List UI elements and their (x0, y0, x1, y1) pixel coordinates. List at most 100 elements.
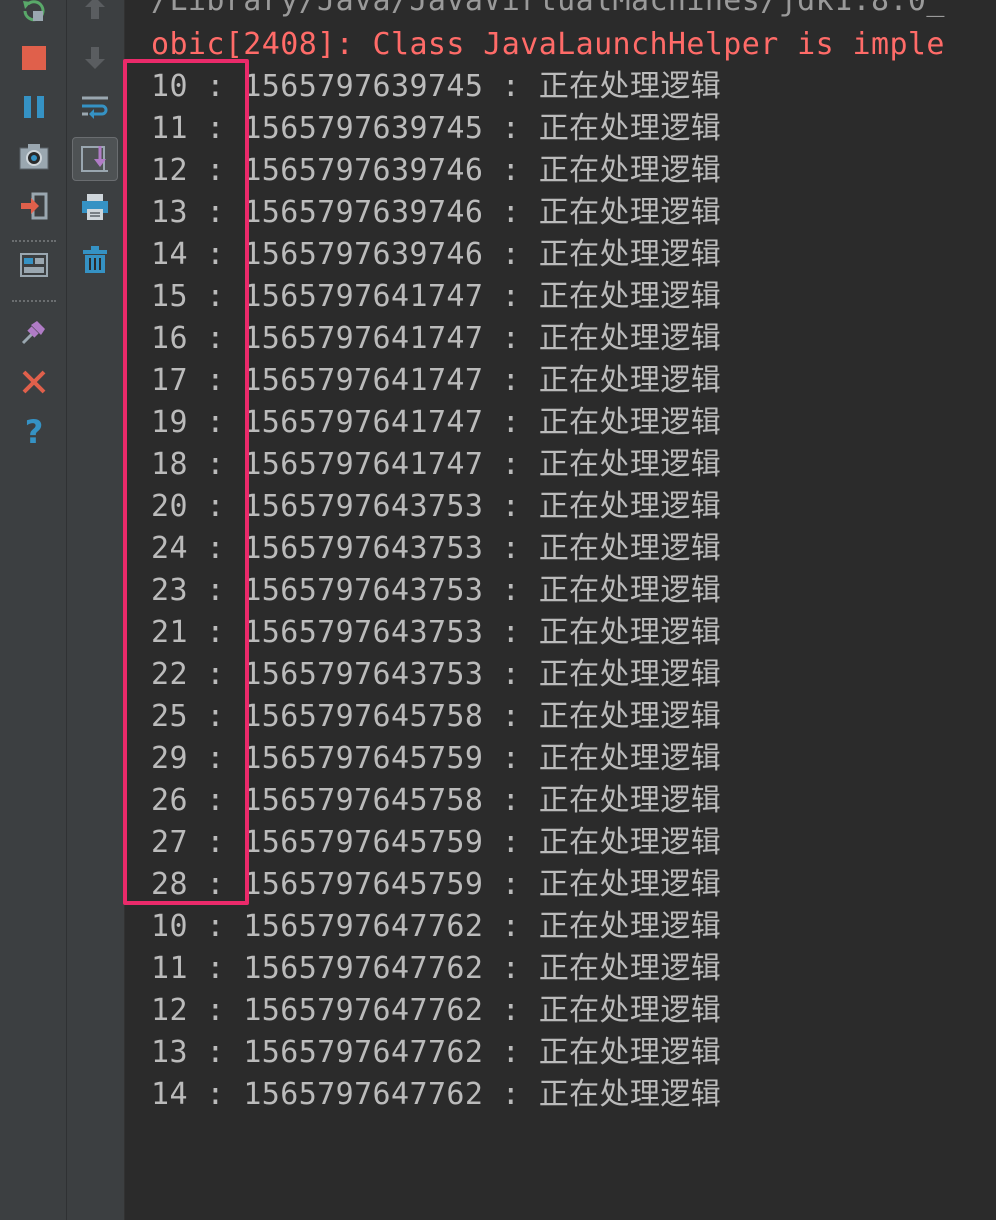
separator: : (483, 363, 539, 398)
pin-tab-button[interactable] (14, 312, 54, 352)
trash-icon (83, 246, 107, 273)
timestamp: 1565797639745 (243, 111, 484, 146)
message: 正在处理逻辑 (538, 447, 722, 482)
timestamp: 1565797639745 (243, 69, 484, 104)
layout-icon (20, 253, 48, 277)
message: 正在处理逻辑 (538, 111, 722, 146)
separator: : (483, 867, 539, 902)
run-toolbar: ? (0, 0, 67, 1220)
timestamp: 1565797645758 (243, 783, 484, 818)
console-output[interactable]: /Library/Java/JavaVirtualMachines/jdk1.8… (125, 0, 996, 1220)
thread-id: 13 (151, 1035, 188, 1070)
separator: : (483, 531, 539, 566)
separator: : (483, 951, 539, 986)
timestamp: 1565797643753 (243, 489, 484, 524)
thread-id-highlight-box (123, 59, 249, 905)
help-icon: ? (25, 416, 44, 448)
stderr-warning-line: obic[2408]: Class JavaLaunchHelper is im… (151, 27, 945, 62)
separator: : (483, 489, 539, 524)
down-stack-button[interactable] (75, 38, 115, 78)
console-line: 12 : 1565797647762 : 正在处理逻辑 (151, 990, 721, 1032)
timestamp: 1565797645758 (243, 699, 484, 734)
timestamp: 1565797645759 (243, 741, 484, 776)
timestamp: 1565797641747 (243, 279, 484, 314)
message: 正在处理逻辑 (538, 825, 722, 860)
soft-wrap-icon (82, 96, 108, 119)
message: 正在处理逻辑 (538, 909, 722, 944)
console-toolbar (67, 0, 125, 1220)
scroll-to-end-icon (81, 146, 108, 172)
scroll-to-end-button[interactable] (72, 137, 118, 181)
message: 正在处理逻辑 (538, 489, 722, 524)
timestamp: 1565797641747 (243, 363, 484, 398)
timestamp: 1565797639746 (243, 237, 484, 272)
dump-threads-button[interactable] (14, 137, 54, 177)
message: 正在处理逻辑 (538, 867, 722, 902)
restore-layout-button[interactable] (14, 245, 54, 285)
separator: : (483, 1035, 539, 1070)
message: 正在处理逻辑 (538, 993, 722, 1028)
timestamp: 1565797647762 (243, 909, 484, 944)
separator: : (483, 993, 539, 1028)
timestamp: 1565797643753 (243, 615, 484, 650)
clear-all-button[interactable] (75, 240, 115, 280)
thread-id: 11 (151, 951, 188, 986)
message: 正在处理逻辑 (538, 237, 722, 272)
pause-button[interactable] (14, 87, 54, 127)
toolbar-separator (12, 240, 56, 242)
stop-button[interactable] (14, 38, 54, 78)
close-button[interactable] (14, 362, 54, 402)
separator: : (483, 279, 539, 314)
help-button[interactable]: ? (14, 412, 54, 452)
separator: : (187, 1077, 244, 1112)
up-stack-button[interactable] (75, 0, 115, 28)
thread-id: 14 (151, 1077, 188, 1112)
timestamp: 1565797643753 (243, 573, 484, 608)
timestamp: 1565797647762 (243, 993, 484, 1028)
thread-id: 10 (151, 909, 188, 944)
message: 正在处理逻辑 (538, 951, 722, 986)
message: 正在处理逻辑 (538, 699, 722, 734)
message: 正在处理逻辑 (538, 615, 722, 650)
down-arrow-icon (85, 47, 105, 69)
separator: : (483, 909, 539, 944)
console-line: 10 : 1565797647762 : 正在处理逻辑 (151, 906, 721, 948)
separator: : (483, 321, 539, 356)
timestamp: 1565797643753 (243, 657, 484, 692)
timestamp: 1565797647762 (243, 1035, 484, 1070)
separator: : (483, 699, 539, 734)
timestamp: 1565797647762 (243, 1077, 484, 1112)
timestamp: 1565797639746 (243, 153, 484, 188)
rerun-button[interactable] (14, 0, 54, 32)
run-tool-window: ? /Library/Java/JavaVirtualMachines/jdk1… (0, 0, 996, 1220)
message: 正在处理逻辑 (538, 1035, 722, 1070)
exit-button[interactable] (14, 186, 54, 226)
message: 正在处理逻辑 (538, 657, 722, 692)
timestamp: 1565797645759 (243, 867, 484, 902)
message: 正在处理逻辑 (538, 153, 722, 188)
timestamp: 1565797645759 (243, 825, 484, 860)
message: 正在处理逻辑 (538, 573, 722, 608)
thread-id: 12 (151, 993, 188, 1028)
print-icon (82, 194, 108, 220)
print-button[interactable] (75, 187, 115, 227)
java-command-line: /Library/Java/JavaVirtualMachines/jdk1.8… (151, 0, 945, 18)
separator: : (483, 237, 539, 272)
separator: : (187, 1035, 244, 1070)
console-line: 14 : 1565797647762 : 正在处理逻辑 (151, 1074, 721, 1116)
separator: : (483, 741, 539, 776)
soft-wrap-button[interactable] (75, 87, 115, 127)
separator: : (483, 825, 539, 860)
timestamp: 1565797647762 (243, 951, 484, 986)
stop-icon (22, 46, 46, 70)
rerun-icon (23, 0, 45, 22)
screenshot-icon (19, 144, 49, 170)
close-icon (22, 370, 46, 394)
message: 正在处理逻辑 (538, 279, 722, 314)
separator: : (483, 615, 539, 650)
message: 正在处理逻辑 (538, 321, 722, 356)
separator: : (483, 195, 539, 230)
separator: : (483, 405, 539, 440)
timestamp: 1565797641747 (243, 447, 484, 482)
exit-icon (21, 192, 48, 220)
